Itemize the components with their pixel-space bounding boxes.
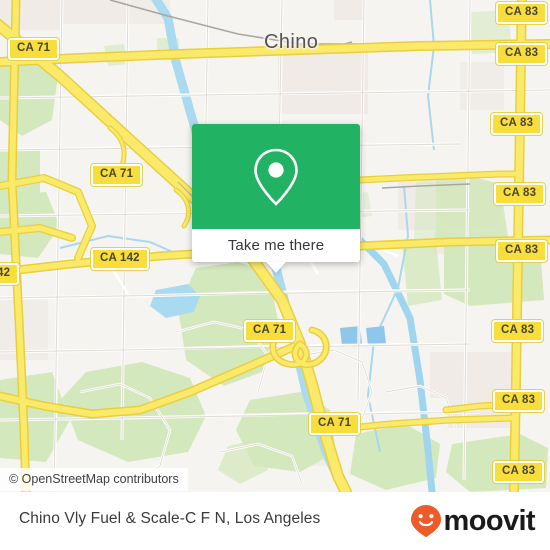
road-shield: CA 83 (493, 461, 545, 483)
location-caption: Chino Vly Fuel & Scale-C F N, Los Angele… (19, 510, 321, 527)
popup-header (192, 124, 360, 229)
road-shield: CA 83 (492, 320, 544, 342)
location-pin-icon (254, 148, 298, 206)
place-label: Chino (264, 31, 319, 53)
road-shield: CA 83 (496, 2, 548, 24)
road-shield: CA 71 (244, 320, 296, 342)
road-shield: CA 142 (91, 248, 149, 270)
road-shield: CA 83 (496, 240, 548, 262)
road-shield: CA 83 (493, 390, 545, 412)
road-shield: CA 83 (496, 43, 548, 65)
moovit-wordmark: moovit (443, 504, 536, 537)
footer-bar: Chino Vly Fuel & Scale-C F N, Los Angele… (0, 492, 550, 550)
road-shield: CA 83 (494, 183, 546, 205)
popup-footer[interactable]: Take me there (192, 229, 360, 273)
popup-tail-pointer (266, 262, 286, 273)
road-shield: CA 83 (491, 113, 543, 135)
road-shield: CA 71 (309, 413, 361, 435)
destination-popup-card[interactable]: Take me there (192, 124, 360, 273)
road-shield: 42 (0, 263, 20, 285)
road-shield: CA 71 (91, 164, 143, 186)
moovit-smiley-pin-icon (410, 505, 441, 537)
moovit-logo[interactable]: moovit (410, 504, 536, 538)
road-shield: CA 71 (8, 38, 60, 60)
map-screenshot: CA 71 CA 71 CA 142 42 CA 71 CA 71 CA 83 CA 83 CA… (0, 0, 550, 550)
map-canvas[interactable]: CA 71 CA 71 CA 142 42 CA 71 CA 71 CA 83 CA 83 CA… (0, 0, 550, 492)
take-me-there-label: Take me there (227, 237, 325, 254)
osm-attribution[interactable]: © OpenStreetMap contributors (0, 468, 188, 491)
